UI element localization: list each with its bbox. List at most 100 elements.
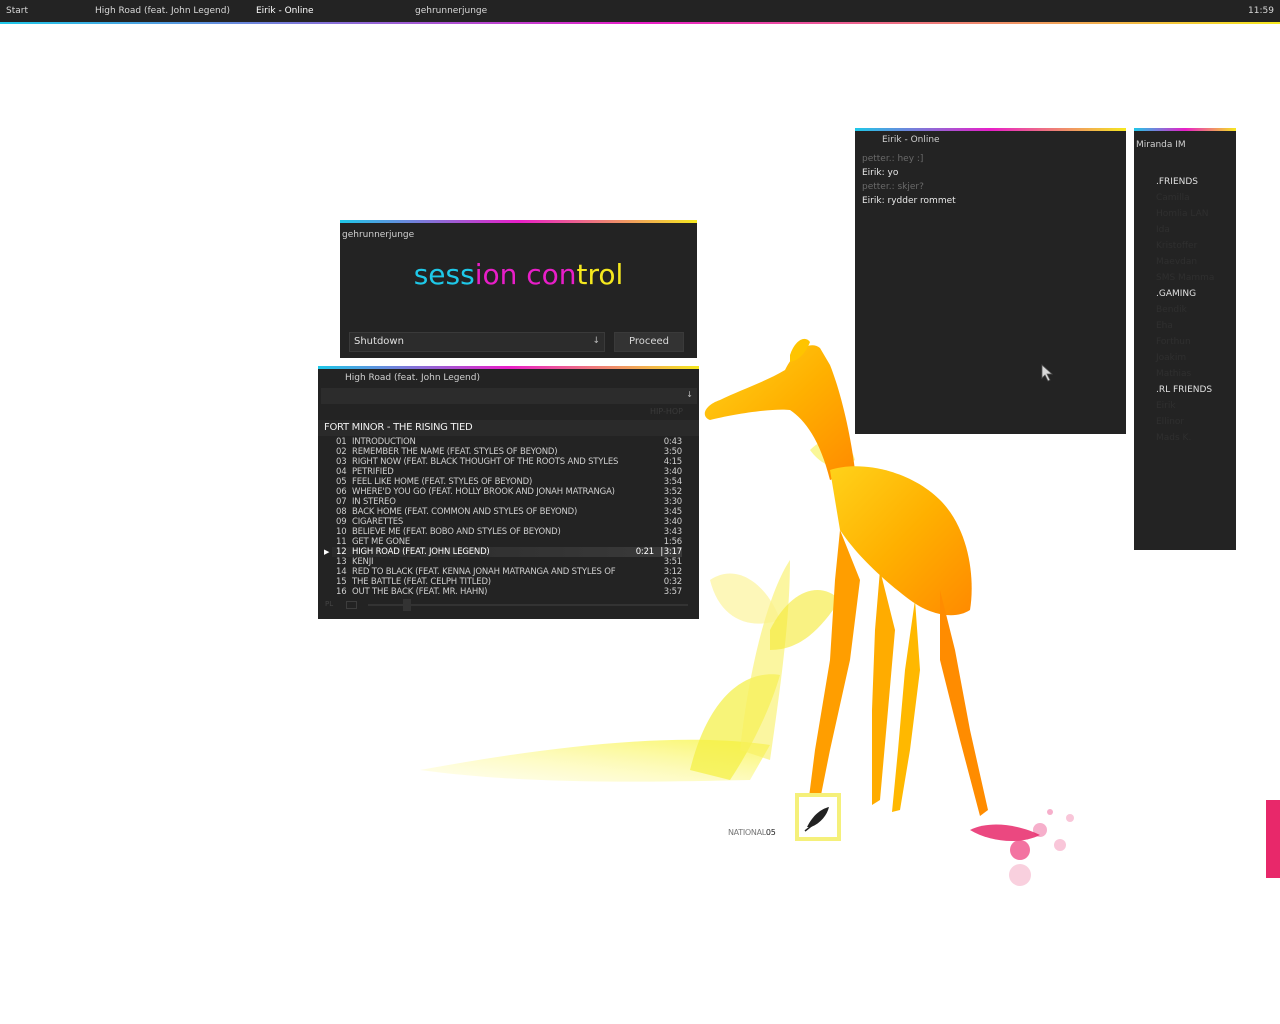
- logo-part-1: sess: [413, 258, 475, 291]
- track-row[interactable]: 09 CIGARETTES 3:40: [332, 517, 682, 527]
- chat-window: Eirik - Online petter.: hey :] Eirik: yo p…: [855, 128, 1126, 434]
- session-action-select[interactable]: Shutdown ↓: [349, 332, 605, 352]
- contact-group[interactable]: .GAMING: [1156, 286, 1214, 302]
- track-row[interactable]: 15 THE BATTLE (FEAT. CELPH TITLED) 0:32: [332, 577, 682, 587]
- window-accent-line: [318, 366, 699, 369]
- contact-item[interactable]: Mathias: [1156, 366, 1214, 382]
- contact-item[interactable]: Joakim: [1156, 350, 1214, 366]
- contact-item[interactable]: Ida: [1156, 222, 1214, 238]
- window-accent-line: [855, 128, 1126, 131]
- track-row[interactable]: ▶ 12 HIGH ROAD (FEAT. JOHN LEGEND) 0:21 | 3:1…: [324, 547, 682, 557]
- track-duration: 4:15: [663, 457, 683, 467]
- track-number: 11: [336, 537, 347, 547]
- track-row[interactable]: 07 IN STEREO 3:30: [332, 497, 682, 507]
- taskbar-item-chat[interactable]: Eirik - Online: [256, 6, 314, 16]
- track-title: RIGHT NOW (FEAT. BLACK THOUGHT OF THE RO…: [352, 457, 619, 467]
- track-row[interactable]: 03 RIGHT NOW (FEAT. BLACK THOUGHT OF THE …: [332, 457, 682, 467]
- track-row[interactable]: 11 GET ME GONE 1:56: [332, 537, 682, 547]
- track-duration: 3:57: [663, 587, 683, 597]
- feather-emblem: [795, 793, 841, 841]
- chevron-down-icon[interactable]: ↓: [686, 390, 693, 399]
- track-title: HIGH ROAD (FEAT. JOHN LEGEND): [352, 547, 490, 557]
- contact-item[interactable]: Mads K.: [1156, 430, 1214, 446]
- chat-message: petter.: hey :]: [862, 154, 924, 164]
- window-title: High Road (feat. John Legend): [345, 373, 480, 383]
- track-row[interactable]: 06 WHERE'D YOU GO (FEAT. HOLLY BROOK AND …: [332, 487, 682, 497]
- track-position: 0:21: [635, 547, 655, 557]
- contact-group[interactable]: .RL FRIENDS: [1156, 382, 1214, 398]
- track-duration: 3:54: [663, 477, 683, 487]
- miranda-contact-list: Miranda IM .FRIENDS Camilla Homlia LAN Ida K…: [1134, 128, 1236, 550]
- track-row[interactable]: 10 BELIEVE ME (FEAT. BOBO AND STYLES OF B…: [332, 527, 682, 537]
- track-title: KENJI: [352, 557, 374, 567]
- chat-message: petter.: skjer?: [862, 182, 924, 192]
- playlist-toggle[interactable]: PL: [325, 600, 333, 608]
- track-number: 01: [336, 437, 347, 447]
- contact-item[interactable]: SMS Mamma: [1156, 270, 1214, 286]
- track-title: GET ME GONE: [352, 537, 411, 547]
- track-number: 02: [336, 447, 347, 457]
- logo-part-3: trol: [576, 258, 624, 291]
- track-number: 12: [336, 547, 347, 557]
- track-title: THE BATTLE (FEAT. CELPH TITLED): [352, 577, 491, 587]
- playlist-search-input[interactable]: ↓: [321, 388, 697, 404]
- track-title: FEEL LIKE HOME (FEAT. STYLES OF BEYOND): [352, 477, 533, 487]
- track-row[interactable]: 08 BACK HOME (FEAT. COMMON AND STYLES OF …: [332, 507, 682, 517]
- track-duration: 3:40: [663, 467, 683, 477]
- contact-group[interactable]: .FRIENDS: [1156, 174, 1214, 190]
- track-number: 04: [336, 467, 347, 477]
- contact-item[interactable]: Eha: [1156, 318, 1214, 334]
- chevron-down-icon: ↓: [592, 336, 600, 346]
- track-number: 09: [336, 517, 347, 527]
- proceed-button[interactable]: Proceed: [614, 332, 684, 352]
- contact-item[interactable]: Ellinor: [1156, 414, 1214, 430]
- track-title: BELIEVE ME (FEAT. BOBO AND STYLES OF BEY…: [352, 527, 561, 537]
- mouse-cursor-icon: [1041, 364, 1054, 382]
- contact-item[interactable]: Kristoffer: [1156, 238, 1214, 254]
- player-footer: PL: [318, 598, 699, 612]
- track-title: BACK HOME (FEAT. COMMON AND STYLES OF BE…: [352, 507, 578, 517]
- play-indicator-icon: ▶: [324, 548, 330, 556]
- track-row[interactable]: 14 RED TO BLACK (FEAT. KENNA JONAH MATRAN…: [332, 567, 682, 577]
- track-duration: 3:50: [663, 447, 683, 457]
- logo-part-2: ion con: [474, 258, 577, 291]
- track-row[interactable]: 16 OUT THE BACK (FEAT. MR. HAHN) 3:57: [332, 587, 682, 597]
- track-duration: 3:51: [663, 557, 683, 567]
- track-duration: 3:30: [663, 497, 683, 507]
- contact-item[interactable]: Camilla: [1156, 190, 1214, 206]
- track-duration: 3:43: [663, 527, 683, 537]
- start-button[interactable]: Start: [6, 6, 28, 16]
- contact-item[interactable]: Bendik: [1156, 302, 1214, 318]
- selected-action: Shutdown: [354, 336, 404, 347]
- seek-knob[interactable]: [403, 599, 412, 611]
- contact-item[interactable]: Maevdan: [1156, 254, 1214, 270]
- track-duration: 3:52: [663, 487, 683, 497]
- taskbar-item-session[interactable]: gehrunnerjunge: [415, 6, 487, 16]
- contact-item[interactable]: Homlia LAN: [1156, 206, 1214, 222]
- feather-icon: [804, 807, 829, 832]
- seek-bar[interactable]: [368, 604, 688, 606]
- taskbar-item-player[interactable]: High Road (feat. John Legend): [95, 6, 230, 16]
- folder-icon[interactable]: [346, 601, 357, 609]
- contact-item[interactable]: Forthun: [1156, 334, 1214, 350]
- track-title: CIGARETTES: [352, 517, 404, 527]
- message-log: petter.: hey :] Eirik: yo petter.: skjer? E…: [862, 152, 956, 208]
- session-control-logo: session control: [340, 258, 697, 291]
- track-duration: 3:40: [663, 517, 683, 527]
- track-duration: 3:45: [663, 507, 683, 517]
- window-title: Eirik - Online: [882, 135, 940, 145]
- track-row[interactable]: 13 KENJI 3:51: [332, 557, 682, 567]
- track-row[interactable]: 04 PETRIFIED 3:40: [332, 467, 682, 477]
- session-control-window: gehrunnerjunge session control Shutdown …: [340, 220, 697, 358]
- track-number: 05: [336, 477, 347, 487]
- track-row[interactable]: 01 INTRODUCTION 0:43: [332, 437, 682, 447]
- contact-item[interactable]: Eirik: [1156, 398, 1214, 414]
- album-header: FORT MINOR - THE RISING TIED: [318, 420, 699, 436]
- track-row[interactable]: 05 FEEL LIKE HOME (FEAT. STYLES OF BEYOND…: [332, 477, 682, 487]
- track-title: PETRIFIED: [352, 467, 394, 477]
- track-list: 01 INTRODUCTION 0:43 02 REMEMBER THE NAME (F…: [324, 437, 682, 597]
- wallpaper-brand-text: NATIONAL05: [728, 828, 776, 837]
- contact-list: .FRIENDS Camilla Homlia LAN Ida Kristoffer Ma…: [1156, 174, 1214, 446]
- track-title: REMEMBER THE NAME (FEAT. STYLES OF BEYON…: [352, 447, 558, 457]
- track-row[interactable]: 02 REMEMBER THE NAME (FEAT. STYLES OF BEY…: [332, 447, 682, 457]
